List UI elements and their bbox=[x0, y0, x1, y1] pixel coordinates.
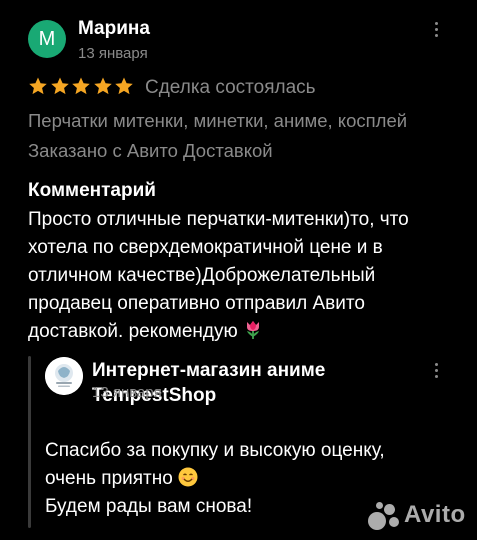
comment-line: доставкой. рекомендую bbox=[28, 321, 238, 342]
shop-avatar[interactable] bbox=[45, 357, 83, 395]
review-date: 13 января bbox=[78, 45, 148, 62]
reviewer-avatar[interactable]: М bbox=[28, 20, 66, 58]
comment-line: продавец оперативно отправил Авито bbox=[28, 293, 365, 314]
star-icon bbox=[93, 76, 115, 97]
product-title[interactable]: Перчатки митенки, минетки, аниме, коспле… bbox=[28, 110, 407, 132]
tulip-emoji bbox=[244, 320, 262, 340]
reply-date: 13 января bbox=[92, 384, 162, 401]
star-icon bbox=[114, 76, 136, 97]
comment-heading: Комментарий bbox=[28, 180, 156, 201]
reply-more-options-icon[interactable] bbox=[433, 363, 439, 383]
avito-logo-dots-icon bbox=[368, 500, 402, 530]
comment-line: отличном качестве)Доброжелательный bbox=[28, 265, 376, 286]
delivery-info: Заказано с Авито Доставкой bbox=[28, 140, 273, 161]
comment-line: Просто отличные перчатки-митенки)то, что bbox=[28, 209, 409, 230]
avito-logo: Avito bbox=[368, 500, 466, 530]
deal-status: Сделка состоялась bbox=[145, 77, 316, 98]
comment-line-last: доставкой. рекомендую bbox=[28, 318, 458, 346]
comment-text: Просто отличные перчатки-митенки)то, что… bbox=[28, 206, 458, 346]
review-more-options-icon[interactable] bbox=[433, 22, 439, 42]
reply-line: очень приятно bbox=[45, 468, 173, 489]
star-icon bbox=[50, 76, 72, 97]
avito-logo-text: Avito bbox=[404, 501, 466, 528]
review-card: М Марина 13 января Сделка состоялась Пер… bbox=[0, 0, 477, 540]
comment-line: хотела по сверхдемократичной цене и в bbox=[28, 237, 383, 258]
star-icon bbox=[28, 76, 50, 97]
reply-line-with-emoji: очень приятно bbox=[45, 465, 455, 493]
reply-indent-line bbox=[28, 356, 31, 528]
smiling-face-emoji bbox=[178, 467, 198, 487]
rating-stars bbox=[28, 76, 136, 97]
reviewer-name[interactable]: Марина bbox=[78, 18, 150, 40]
reply-line: Спасибо за покупку и высокую оценку, bbox=[45, 440, 385, 461]
star-icon bbox=[71, 76, 93, 97]
